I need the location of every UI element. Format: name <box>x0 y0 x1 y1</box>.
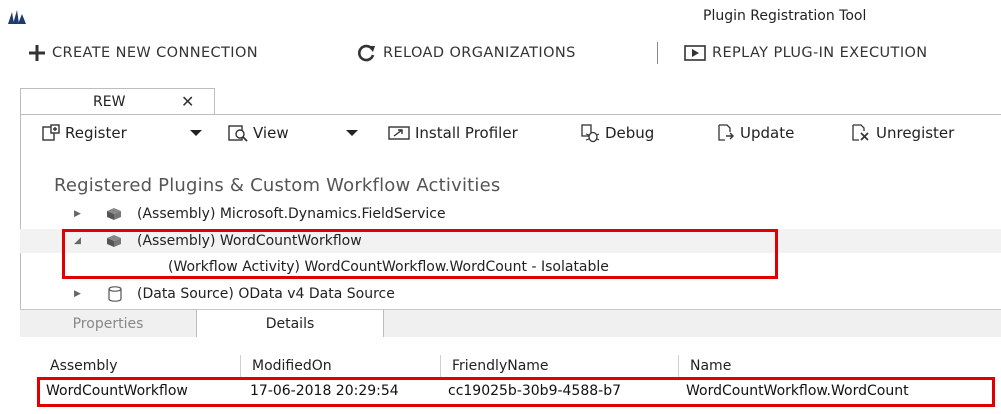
tree-item[interactable]: ◢ (Assembly) WordCountWorkflow <box>20 229 1001 253</box>
plugin-toolbar: Register View Install Profiler Debug Upd <box>20 121 1001 145</box>
table-cell: WordCountWorkflow.WordCount <box>686 383 909 399</box>
install-profiler-button[interactable]: Install Profiler <box>388 121 518 145</box>
install-profiler-icon <box>388 126 410 140</box>
register-button[interactable]: Register <box>42 121 127 145</box>
column-separator[interactable] <box>678 355 679 379</box>
column-header[interactable]: Assembly <box>50 358 117 374</box>
update-button[interactable]: Update <box>717 121 794 145</box>
register-icon <box>42 124 60 141</box>
install-profiler-label: Install Profiler <box>415 124 518 142</box>
bottom-tabstrip: Properties Details <box>20 309 1001 338</box>
update-icon <box>718 124 734 141</box>
create-connection-label: CREATE NEW CONNECTION <box>52 45 259 61</box>
debug-button[interactable]: Debug <box>580 121 654 145</box>
tree-item-label: (Workflow Activity) WordCountWorkflow.Wo… <box>168 259 609 275</box>
grid-header: Assembly ModifiedOn FriendlyName Name <box>20 355 1001 379</box>
tree-item-label: (Assembly) Microsoft.Dynamics.FieldServi… <box>137 206 446 222</box>
tree-item[interactable]: ▶ (Assembly) Microsoft.Dynamics.FieldSer… <box>20 206 1001 226</box>
toolbar-separator <box>657 42 658 64</box>
column-header[interactable]: FriendlyName <box>452 358 549 374</box>
view-icon <box>228 125 248 142</box>
view-dropdown-icon[interactable] <box>346 130 358 136</box>
data-source-icon <box>108 286 122 302</box>
replay-execution-label: REPLAY PLUG-IN EXECUTION <box>712 45 928 61</box>
window-title: Plugin Registration Tool <box>703 8 867 24</box>
document-tabstrip: REW ✕ <box>20 88 1001 115</box>
table-cell: 17-06-2018 20:29:54 <box>250 383 399 399</box>
plugin-tree: ▶ (Assembly) Microsoft.Dynamics.FieldSer… <box>20 206 1001 309</box>
tree-item[interactable]: ▶ (Data Source) OData v4 Data Source <box>20 282 1001 306</box>
dynamics-logo-icon <box>8 10 26 24</box>
column-header[interactable]: Name <box>690 358 731 374</box>
tree-item-label: (Data Source) OData v4 Data Source <box>137 286 395 302</box>
collapsed-expander-icon[interactable]: ▶ <box>74 209 81 219</box>
reload-organizations-label: RELOAD ORGANIZATIONS <box>383 45 576 61</box>
plus-icon <box>29 45 45 61</box>
debug-icon <box>581 124 600 143</box>
register-dropdown-icon[interactable] <box>190 130 202 136</box>
column-separator[interactable] <box>240 355 241 379</box>
details-grid: Assembly ModifiedOn FriendlyName Name Wo… <box>20 337 1001 414</box>
tree-item-label: (Assembly) WordCountWorkflow <box>137 233 362 249</box>
update-label: Update <box>740 124 795 142</box>
tab-properties-label: Properties <box>72 316 144 332</box>
close-tab-icon[interactable]: ✕ <box>181 92 194 111</box>
register-label: Register <box>65 124 127 142</box>
table-cell: cc19025b-30b9-4588-b7 <box>448 383 622 399</box>
expanded-expander-icon[interactable]: ◢ <box>74 236 81 246</box>
section-title: Registered Plugins & Custom Workflow Act… <box>54 175 501 196</box>
tree-item[interactable]: (Workflow Activity) WordCountWorkflow.Wo… <box>20 255 1001 279</box>
tab-details[interactable]: Details <box>196 310 384 338</box>
main-toolbar: CREATE NEW CONNECTION RELOAD ORGANIZATIO… <box>0 36 1001 70</box>
table-cell: WordCountWorkflow <box>46 383 188 399</box>
unregister-button[interactable]: Unregister <box>851 121 954 145</box>
collapsed-expander-icon[interactable]: ▶ <box>74 289 81 299</box>
reload-organizations-button[interactable]: RELOAD ORGANIZATIONS <box>357 42 576 64</box>
create-connection-button[interactable]: CREATE NEW CONNECTION <box>28 42 258 64</box>
assembly-icon <box>107 235 121 247</box>
column-header[interactable]: ModifiedOn <box>252 358 332 374</box>
replay-execution-button[interactable]: REPLAY PLUG-IN EXECUTION <box>684 42 928 64</box>
replay-icon <box>684 45 706 61</box>
tab-properties[interactable]: Properties <box>20 310 196 338</box>
table-row[interactable]: WordCountWorkflow 17-06-2018 20:29:54 cc… <box>20 379 1001 403</box>
tab-details-label: Details <box>265 316 315 332</box>
unregister-icon <box>852 124 869 141</box>
unregister-label: Unregister <box>876 124 955 142</box>
refresh-icon <box>358 44 375 62</box>
column-separator[interactable] <box>440 355 441 379</box>
title-bar: Plugin Registration Tool <box>0 0 1001 32</box>
tab-rew[interactable]: REW ✕ <box>20 88 215 115</box>
tab-rew-label: REW <box>93 94 126 110</box>
view-label: View <box>253 124 289 142</box>
assembly-icon <box>107 208 121 220</box>
view-button[interactable]: View <box>228 121 289 145</box>
debug-label: Debug <box>605 124 655 142</box>
